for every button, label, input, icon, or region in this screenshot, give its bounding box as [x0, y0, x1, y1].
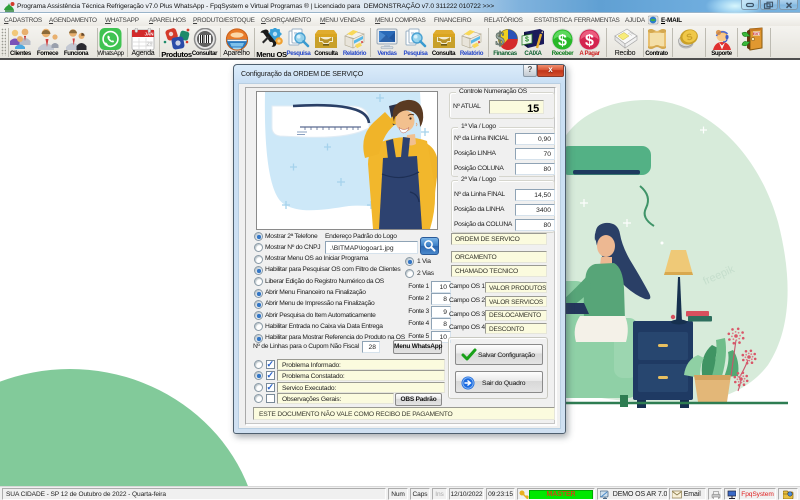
svg-text:JAN: JAN	[144, 31, 153, 36]
svg-text:29: 29	[146, 41, 152, 47]
svg-text:$: $	[558, 32, 567, 49]
svg-text:$: $	[525, 37, 529, 44]
svg-text:EXIT: EXIT	[752, 32, 760, 36]
svg-text:$: $	[495, 29, 505, 50]
svg-text:$: $	[585, 32, 594, 49]
